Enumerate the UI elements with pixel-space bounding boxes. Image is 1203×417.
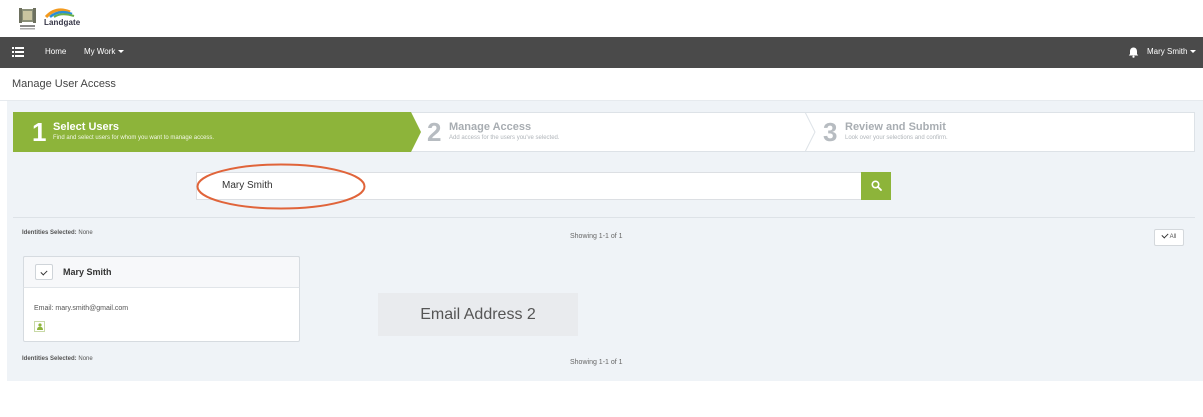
identities-selected-top: Identities Selected: None xyxy=(22,230,93,236)
bell-icon[interactable] xyxy=(1128,47,1139,58)
government-crest-icon xyxy=(19,8,36,30)
step-1-description: Find and select users for whom you want … xyxy=(53,135,215,141)
identities-selected-value: None xyxy=(78,230,93,236)
step-2-number: 2 xyxy=(427,117,442,147)
user-menu[interactable]: Mary Smith xyxy=(1147,47,1197,56)
check-icon xyxy=(1161,231,1169,239)
step-3-description: Look over your selections and confirm. xyxy=(845,135,948,141)
step-3-number: 3 xyxy=(823,117,838,147)
search-icon xyxy=(871,180,882,191)
showing-count-bottom: Showing 1-1 of 1 xyxy=(570,359,623,366)
user-menu-label: Mary Smith xyxy=(1147,47,1188,56)
user-profile-button[interactable] xyxy=(34,321,45,332)
divider xyxy=(13,217,1195,218)
nav-my-work-label: My Work xyxy=(84,47,116,56)
select-all-button[interactable]: All xyxy=(1154,229,1184,246)
top-navbar: Home My Work Mary Smith xyxy=(0,37,1203,68)
landgate-logo: Landgate xyxy=(44,6,84,32)
user-card-email: Email: mary.smith@gmail.com xyxy=(34,305,128,312)
nav-home-link[interactable]: Home xyxy=(45,47,66,56)
page-footer-space xyxy=(0,381,1203,417)
nav-my-work-menu[interactable]: My Work xyxy=(84,47,125,56)
highlight-ellipse xyxy=(196,163,366,210)
check-icon xyxy=(40,268,48,276)
showing-count-top: Showing 1-1 of 1 xyxy=(570,233,623,240)
step-1-title: Select Users xyxy=(53,121,120,133)
chevron-down-icon xyxy=(1190,50,1197,54)
menu-list-icon[interactable] xyxy=(12,46,24,58)
user-card-name: Mary Smith xyxy=(63,267,112,277)
step-3-title: Review and Submit xyxy=(845,121,946,133)
search-button[interactable] xyxy=(861,172,891,200)
email-value: mary.smith@gmail.com xyxy=(55,305,129,312)
identities-selected-label: Identities Selected: xyxy=(22,356,77,362)
logo-text: Landgate xyxy=(44,18,81,27)
identities-selected-label: Identities Selected: xyxy=(22,230,77,236)
page-title: Manage User Access xyxy=(12,78,116,90)
step-1-number: 1 xyxy=(32,117,47,147)
step-2-title: Manage Access xyxy=(449,121,532,133)
user-icon xyxy=(37,323,43,330)
step-arrow xyxy=(411,112,421,152)
email-label: Email: xyxy=(34,305,54,312)
step-2-description: Add access for the users you've selected… xyxy=(449,135,560,141)
user-select-checkbox[interactable] xyxy=(35,264,53,280)
landgate-swoosh-icon xyxy=(44,8,75,18)
page-header xyxy=(0,68,1203,101)
chevron-down-icon xyxy=(118,50,125,54)
brand-bar: Landgate xyxy=(0,0,1203,37)
select-all-label: All xyxy=(1169,234,1177,240)
email-address-annotation: Email Address 2 xyxy=(378,293,578,336)
identities-selected-bottom: Identities Selected: None xyxy=(22,356,93,362)
step-separator xyxy=(805,112,816,152)
identities-selected-value: None xyxy=(78,356,93,362)
